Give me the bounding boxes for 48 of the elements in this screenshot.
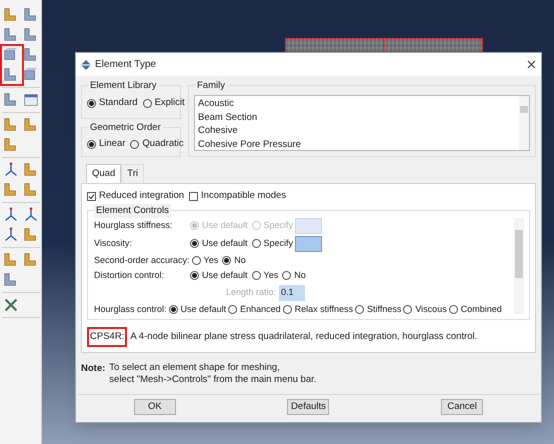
radio-option[interactable]: Use default (190, 236, 248, 250)
radio-option[interactable]: Explicit (142, 96, 185, 110)
radio-option[interactable]: Specify (252, 236, 294, 250)
row-label: Hourglass stiffness: (94, 218, 174, 232)
radio-option[interactable]: Use default (168, 302, 226, 314)
row-label: Viscosity: (94, 236, 133, 250)
list-item[interactable]: Acoustic (198, 97, 516, 110)
radio-option[interactable]: Quadratic (130, 137, 184, 152)
check-icon (88, 192, 95, 200)
radio-option[interactable]: Relax stiffness (282, 302, 353, 314)
list-item[interactable]: Cohesive (198, 124, 516, 138)
checkbox-option[interactable]: Reduced integration (87, 189, 184, 204)
group-label: Element Controls (94, 204, 171, 218)
tab[interactable]: Tri (121, 164, 144, 184)
radio-option[interactable]: Yes (252, 269, 278, 282)
tab[interactable]: Quad (86, 164, 122, 184)
note-text: select "Mesh->Controls" from the main menu bar. (109, 374, 316, 386)
window-title: Element Type (95, 58, 157, 72)
radio-option[interactable]: Use default (190, 269, 248, 282)
radio-option[interactable]: Yes (192, 254, 218, 267)
close-icon[interactable] (527, 60, 536, 69)
element-description: A 4-node bilinear plane stress quadrilateral, reduced integration, hourglass control. (130, 330, 478, 344)
family-list[interactable]: Acoustic Beam Section Cohesive Cohesive Pore Pressure (194, 95, 530, 151)
note-label: Note: (81, 362, 106, 376)
radio-option[interactable]: Combined (448, 302, 502, 314)
dialog-button[interactable]: OK (134, 399, 176, 416)
radio-option[interactable]: Linear (87, 137, 126, 152)
radio-option[interactable]: Stiffness (354, 302, 402, 314)
checkbox-option[interactable]: Incompatible modes (189, 189, 286, 204)
radio-option[interactable]: Enhanced (228, 302, 281, 314)
dialog-button[interactable]: Cancel (441, 399, 484, 416)
row-label: Second-order accuracy: (94, 254, 191, 267)
row-label: Distortion control: (94, 269, 166, 282)
list-item[interactable]: Beam Section (198, 110, 516, 124)
scrollbar[interactable] (514, 218, 524, 314)
radio-option[interactable]: Viscous (403, 302, 447, 314)
row-label: Length ratio: (224, 286, 277, 299)
highlight-frame (0, 44, 24, 86)
row-label: Hourglass control: (94, 302, 168, 314)
radio-option[interactable]: No (282, 269, 306, 282)
element-code: CPS4R: (87, 326, 128, 347)
scrollbar[interactable] (519, 96, 529, 150)
note-text: To select an element shape for meshing, (109, 362, 281, 374)
input-field[interactable] (295, 236, 322, 252)
radio-option[interactable]: No (222, 254, 246, 267)
diamond-icon (81, 60, 91, 70)
dialog-button[interactable]: Defaults (287, 399, 330, 416)
list-item[interactable]: Cohesive Pore Pressure (198, 138, 516, 151)
